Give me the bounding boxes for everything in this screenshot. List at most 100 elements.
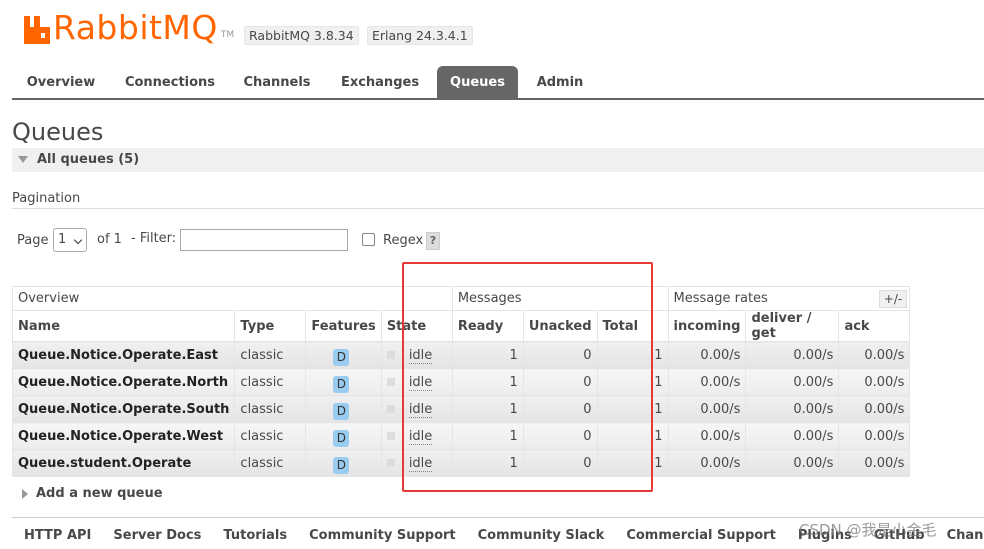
footer-divider xyxy=(12,517,984,518)
state-indicator-icon xyxy=(386,351,395,359)
group-header-overview: Overview xyxy=(12,286,453,311)
queue-total: 1 xyxy=(596,449,669,477)
table-row: Queue.student.Operate classic D idle 1 0… xyxy=(11,449,911,477)
page-title: Queues xyxy=(12,118,104,146)
queue-ack-rate: 0.00/s xyxy=(838,368,911,396)
durable-badge: D xyxy=(333,429,350,447)
queue-state: idle xyxy=(380,341,453,369)
queue-incoming-rate: 0.00/s xyxy=(667,422,747,450)
col-header-deliver-get[interactable]: deliver / get xyxy=(745,310,840,342)
toggle-columns-button[interactable]: +/- xyxy=(879,290,907,308)
filter-label: - Filter: xyxy=(131,231,177,246)
state-indicator-icon xyxy=(386,459,395,467)
queue-incoming-rate: 0.00/s xyxy=(667,395,747,423)
queue-unacked: 0 xyxy=(522,341,598,369)
rabbitmq-version-badge: RabbitMQ 3.8.34 xyxy=(244,26,359,45)
durable-badge: D xyxy=(333,348,350,366)
tab-connections[interactable]: Connections xyxy=(119,66,221,98)
tab-queues[interactable]: Queues xyxy=(437,66,518,98)
queue-unacked: 0 xyxy=(522,449,598,477)
add-queue-label: Add a new queue xyxy=(36,486,163,501)
footer-link-tutorials[interactable]: Tutorials xyxy=(223,528,287,543)
col-header-incoming[interactable]: incoming xyxy=(667,310,747,342)
all-queues-section-toggle[interactable]: All queues (5) xyxy=(12,148,984,172)
regex-checkbox[interactable] xyxy=(362,233,375,246)
state-indicator-icon xyxy=(386,405,395,413)
queue-features: D xyxy=(305,368,382,396)
col-header-name[interactable]: Name xyxy=(11,310,236,342)
queue-deliver-rate: 0.00/s xyxy=(745,395,840,423)
queue-total: 1 xyxy=(596,341,669,369)
queue-ready: 1 xyxy=(451,368,524,396)
queue-total: 1 xyxy=(596,422,669,450)
col-header-total[interactable]: Total xyxy=(596,310,669,342)
queue-unacked: 0 xyxy=(522,395,598,423)
of-pages-label: of 1 xyxy=(97,232,122,247)
queue-features: D xyxy=(305,422,382,450)
logo-tm: TM xyxy=(220,30,235,40)
tab-admin[interactable]: Admin xyxy=(528,66,592,98)
table-row: Queue.Notice.Operate.East classic D idle… xyxy=(11,341,911,369)
queue-features: D xyxy=(305,395,382,423)
queue-state: idle xyxy=(380,395,453,423)
col-header-ready[interactable]: Ready xyxy=(451,310,524,342)
table-row: Queue.Notice.Operate.West classic D idle… xyxy=(11,422,911,450)
chevron-down-icon xyxy=(73,235,83,245)
queue-name-link[interactable]: Queue.student.Operate xyxy=(11,449,236,477)
queue-unacked: 0 xyxy=(522,422,598,450)
queue-deliver-rate: 0.00/s xyxy=(745,422,840,450)
queue-incoming-rate: 0.00/s xyxy=(667,368,747,396)
queue-features: D xyxy=(305,449,382,477)
durable-badge: D xyxy=(333,402,350,420)
queue-type: classic xyxy=(234,449,307,477)
durable-badge: D xyxy=(333,375,350,393)
queue-name-link[interactable]: Queue.Notice.Operate.South xyxy=(11,395,236,423)
page-select[interactable]: 1 xyxy=(53,228,87,252)
tab-exchanges[interactable]: Exchanges xyxy=(335,66,425,98)
filter-input[interactable] xyxy=(180,229,348,251)
header: RabbitMQ TM RabbitMQ 3.8.34 Erlang 24.3.… xyxy=(0,0,984,60)
col-header-unacked[interactable]: Unacked xyxy=(522,310,598,342)
add-queue-toggle[interactable]: Add a new queue xyxy=(22,486,163,501)
queue-total: 1 xyxy=(596,368,669,396)
rabbitmq-logo[interactable]: RabbitMQ TM xyxy=(24,10,234,44)
queue-name-link[interactable]: Queue.Notice.Operate.East xyxy=(11,341,236,369)
main-nav-tabs: Overview Connections Channels Exchanges … xyxy=(12,66,984,100)
queue-ack-rate: 0.00/s xyxy=(838,341,911,369)
group-header-message-rates: Message rates xyxy=(667,286,911,311)
triangle-down-icon xyxy=(18,156,28,163)
footer-link-http-api[interactable]: HTTP API xyxy=(24,528,91,543)
table-row: Queue.Notice.Operate.South classic D idl… xyxy=(11,395,911,423)
queue-type: classic xyxy=(234,422,307,450)
footer-link-server-docs[interactable]: Server Docs xyxy=(113,528,201,543)
queue-state: idle xyxy=(380,449,453,477)
col-header-features[interactable]: Features xyxy=(305,310,382,342)
queues-table: Overview Messages Message rates Name Typ… xyxy=(11,286,911,477)
queue-type: classic xyxy=(234,395,307,423)
tab-channels[interactable]: Channels xyxy=(235,66,319,98)
regex-help-button[interactable]: ? xyxy=(426,232,440,250)
tab-overview[interactable]: Overview xyxy=(12,66,110,98)
queue-state: idle xyxy=(380,368,453,396)
footer-link-community-slack[interactable]: Community Slack xyxy=(478,528,605,543)
col-header-state[interactable]: State xyxy=(380,310,453,342)
queue-ack-rate: 0.00/s xyxy=(838,395,911,423)
queue-name-link[interactable]: Queue.Notice.Operate.North xyxy=(11,368,236,396)
queue-deliver-rate: 0.00/s xyxy=(745,341,840,369)
queue-name-link[interactable]: Queue.Notice.Operate.West xyxy=(11,422,236,450)
footer-link-community-support[interactable]: Community Support xyxy=(309,528,456,543)
rabbit-logo-icon xyxy=(24,16,50,44)
pagination-label: Pagination xyxy=(12,191,81,206)
state-indicator-icon xyxy=(386,378,395,386)
queue-unacked: 0 xyxy=(522,368,598,396)
col-header-type[interactable]: Type xyxy=(234,310,307,342)
durable-badge: D xyxy=(333,456,350,474)
footer-link-commercial-support[interactable]: Commercial Support xyxy=(626,528,776,543)
queue-state: idle xyxy=(380,422,453,450)
footer-link-changelog[interactable]: Changelog xyxy=(947,528,984,543)
all-queues-label: All queues (5) xyxy=(37,152,140,167)
logo-text: RabbitMQ xyxy=(53,8,218,47)
col-header-ack[interactable]: ack xyxy=(838,310,911,342)
queue-deliver-rate: 0.00/s xyxy=(745,449,840,477)
queue-features: D xyxy=(305,341,382,369)
